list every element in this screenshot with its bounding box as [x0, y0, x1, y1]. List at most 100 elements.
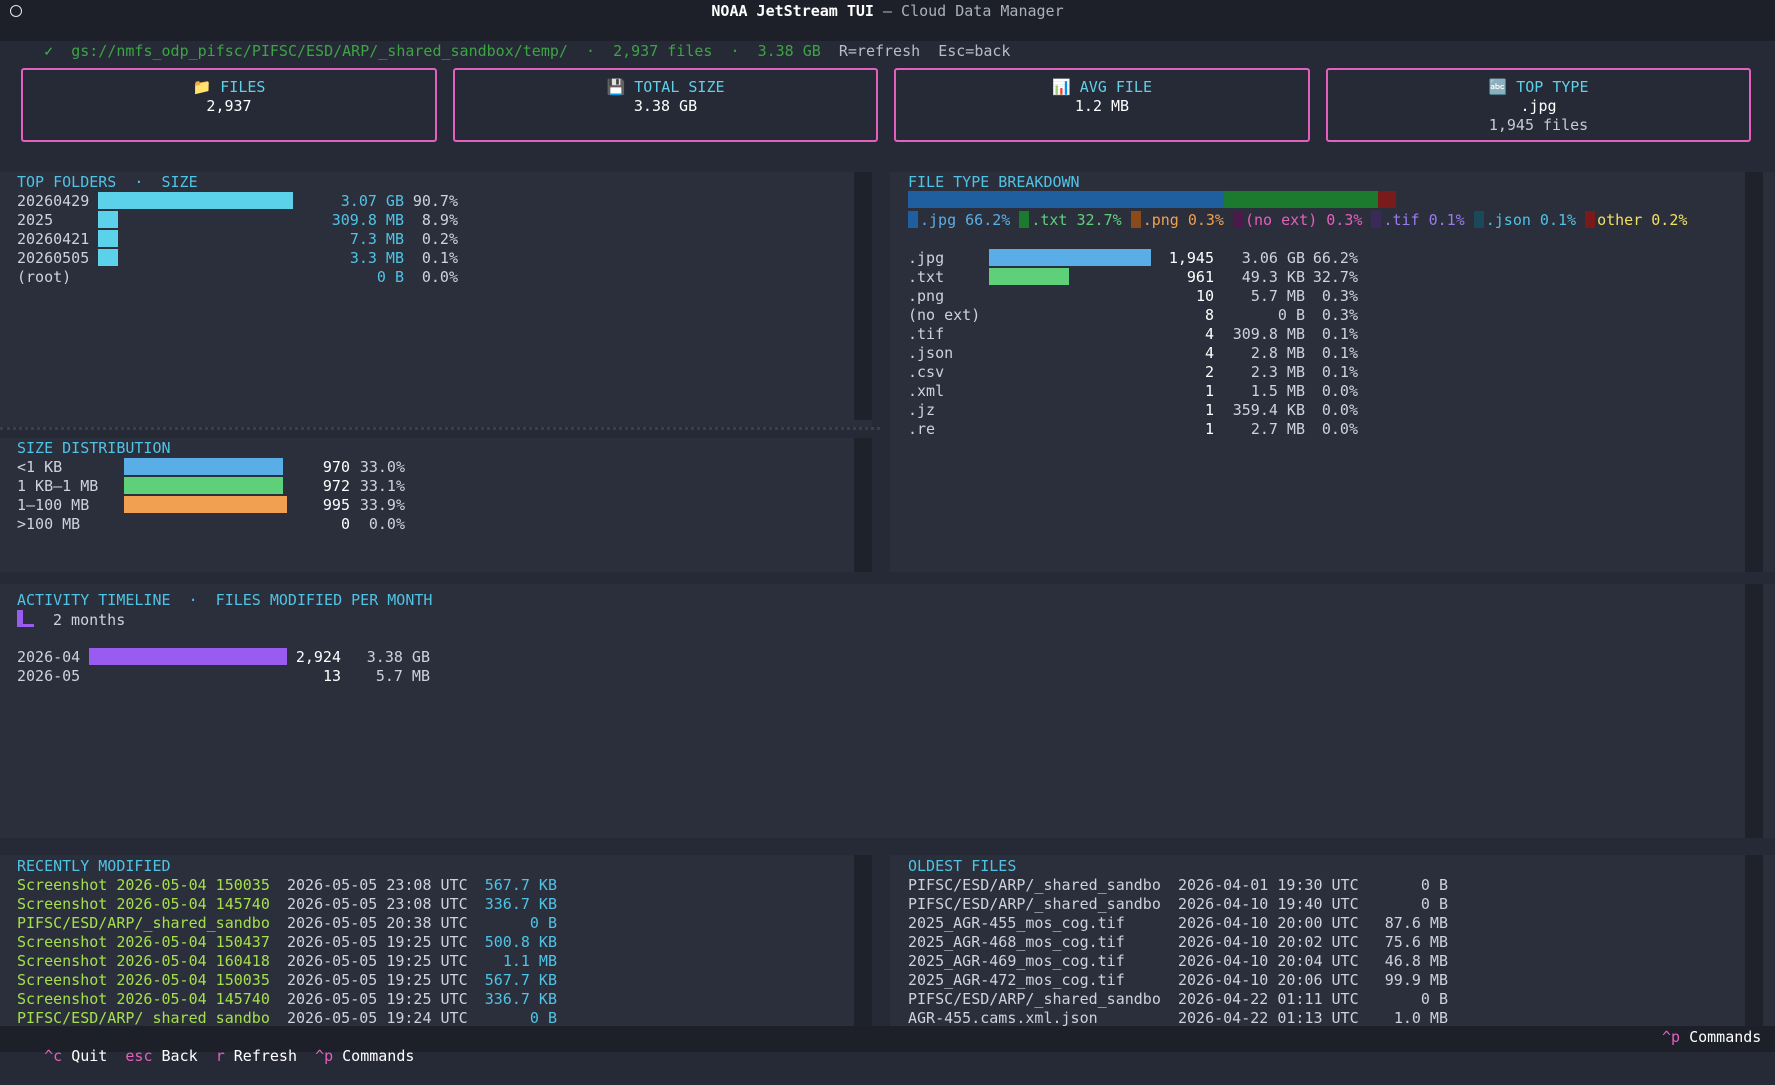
top-type-card-sub: 1,945 files	[1488, 116, 1589, 134]
oldest-file-name[interactable]: 2025_AGR-469_mos_cog.tif	[908, 952, 1125, 971]
top-folders-scrollbar[interactable]	[854, 172, 872, 420]
window-circle-icon[interactable]	[10, 5, 22, 17]
file-type-ext[interactable]: .re	[908, 420, 935, 439]
folder-percent: 0.1%	[421, 249, 458, 267]
bucket-path: gs://nmfs_odp_pifsc/PIFSC/ESD/ARP/_share…	[71, 42, 568, 60]
file-type-percent: 0.1%	[1321, 344, 1358, 362]
folder-size-bar	[98, 192, 293, 209]
folder-size-bar	[98, 211, 118, 228]
recent-file-name[interactable]: Screenshot 2026-05-04 150437	[17, 933, 270, 952]
oldest-file-date: 2026-04-10 20:04 UTC	[1178, 952, 1359, 970]
recent-file-size: 336.7 KB	[484, 990, 557, 1008]
oldest-file-size: 46.8 MB	[1384, 952, 1448, 970]
legend-swatch	[1130, 211, 1141, 228]
oldest-scrollbar[interactable]	[1745, 855, 1763, 1026]
oldest-file-name[interactable]: PIFSC/ESD/ARP/_shared_sandbo	[908, 876, 1161, 895]
file-type-ext[interactable]: .png	[908, 287, 944, 306]
oldest-file-date: 2026-04-01 19:30 UTC	[1178, 876, 1359, 894]
file-type-size: 3.06 GB	[1241, 249, 1305, 267]
back-shortcut[interactable]: esc Back	[125, 1047, 197, 1065]
file-type-ext[interactable]: .jz	[908, 401, 935, 420]
timeline-scrollbar[interactable]	[1745, 584, 1763, 838]
legend-label: other 0.2%	[1597, 211, 1688, 229]
oldest-file-date: 2026-04-10 20:02 UTC	[1178, 933, 1359, 951]
file-type-percent: 0.0%	[1321, 401, 1358, 419]
footer-bar: ^c Quit esc Back r Refresh ^p Commands ^…	[0, 1026, 1775, 1065]
file-type-count: 2	[1204, 363, 1214, 381]
size-bucket-label: <1 KB	[17, 458, 63, 476]
refresh-hint[interactable]: R=refresh	[839, 42, 920, 60]
file-type-ext[interactable]: .json	[908, 344, 953, 363]
recent-file-size: 567.7 KB	[484, 876, 557, 894]
refresh-shortcut[interactable]: r Refresh	[216, 1047, 297, 1065]
legend-item: .txt 32.7%	[1019, 211, 1122, 229]
file-type-ext[interactable]: .xml	[908, 382, 944, 401]
file-type-scrollbar[interactable]	[1745, 172, 1763, 572]
oldest-file-name[interactable]: 2025_AGR-468_mos_cog.tif	[908, 933, 1125, 952]
legend-label: .json 0.1%	[1485, 211, 1577, 229]
status-separator: ·	[585, 42, 596, 60]
file-type-ext[interactable]: .csv	[908, 363, 944, 382]
timeline-header: ACTIVITY TIMELINE · FILES MODIFIED PER M…	[17, 591, 433, 609]
back-hint[interactable]: Esc=back	[938, 42, 1010, 60]
recent-file-date: 2026-05-05 19:25 UTC	[287, 933, 468, 951]
recent-file-name[interactable]: Screenshot 2026-05-04 145740	[17, 990, 270, 1009]
folder-name[interactable]: 20260429	[17, 192, 89, 211]
recent-file-name[interactable]: Screenshot 2026-05-04 150035	[17, 876, 270, 895]
folder-size: 3.3 MB	[349, 249, 404, 267]
folder-name[interactable]: 2025	[17, 211, 53, 230]
timeline-month: 2026-05	[17, 667, 81, 685]
oldest-file-name[interactable]: PIFSC/ESD/ARP/_shared_sandbo	[908, 895, 1161, 914]
recent-file-name[interactable]: Screenshot 2026-05-04 145740	[17, 895, 270, 914]
recent-file-date: 2026-05-05 23:08 UTC	[287, 895, 468, 913]
files-card-label: FILES	[220, 78, 266, 96]
commands-shortcut-right[interactable]: ^p Commands	[1662, 1028, 1761, 1047]
file-type-percent: 0.1%	[1321, 363, 1358, 381]
timeline-size: 3.38 GB	[366, 648, 430, 666]
folder-size: 7.3 MB	[349, 230, 404, 248]
recent-file-size: 567.7 KB	[484, 971, 557, 989]
folder-name[interactable]: (root)	[17, 268, 71, 287]
recent-file-date: 2026-05-05 20:38 UTC	[287, 914, 468, 932]
oldest-file-date: 2026-04-10 19:40 UTC	[1178, 895, 1359, 913]
file-type-count: 10	[1195, 287, 1214, 305]
recent-file-name[interactable]: PIFSC/ESD/ARP/_shared_sandbo	[17, 914, 270, 933]
oldest-file-size: 75.6 MB	[1384, 933, 1448, 951]
folder-size-bar	[98, 230, 118, 247]
recent-file-name[interactable]: Screenshot 2026-05-04 160418	[17, 952, 270, 971]
size-bucket-percent: 33.0%	[359, 458, 405, 476]
file-type-ext[interactable]: .jpg	[908, 249, 944, 268]
recent-file-name[interactable]: Screenshot 2026-05-04 150035	[17, 971, 270, 990]
recent-scrollbar[interactable]	[854, 855, 872, 1026]
file-type-ext[interactable]: .txt	[908, 268, 944, 287]
status-total-size: 3.38 GB	[757, 42, 821, 60]
file-type-count: 4	[1204, 325, 1214, 343]
file-type-ext[interactable]: (no ext)	[908, 306, 980, 325]
floppy-disk-icon: 💾	[606, 78, 626, 96]
quit-shortcut[interactable]: ^c Quit	[44, 1047, 107, 1065]
legend-swatch	[1019, 211, 1030, 228]
commands-shortcut[interactable]: ^p Commands	[315, 1047, 414, 1065]
top-type-card-value: .jpg	[1520, 97, 1557, 115]
size-bucket-percent: 0.0%	[368, 515, 405, 533]
oldest-file-size: 0 B	[1420, 895, 1448, 913]
file-type-ext[interactable]: .tif	[908, 325, 944, 344]
size-bucket-count: 0	[340, 515, 350, 533]
file-type-count: 8	[1204, 306, 1214, 324]
oldest-file-size: 99.9 MB	[1384, 971, 1448, 989]
size-bucket-label: 1 KB–1 MB	[17, 477, 99, 495]
folder-name[interactable]: 20260421	[17, 230, 89, 249]
recent-header: RECENTLY MODIFIED	[17, 857, 171, 875]
oldest-file-name[interactable]: 2025_AGR-472_mos_cog.tif	[908, 971, 1125, 990]
file-type-legend: .jpg 66.2% .txt 32.7% .png 0.3% (no ext)…	[908, 211, 1687, 230]
folder-name[interactable]: 20260505	[17, 249, 89, 268]
size-bucket-bar	[124, 477, 283, 494]
oldest-file-name[interactable]: 2025_AGR-455_mos_cog.tif	[908, 914, 1125, 933]
file-type-size: 1.5 MB	[1250, 382, 1305, 400]
files-card-value: 2,937	[206, 97, 252, 115]
oldest-file-name[interactable]: PIFSC/ESD/ARP/_shared_sandbo	[908, 990, 1161, 1009]
size-distribution-scrollbar[interactable]	[854, 438, 872, 572]
file-type-size: 359.4 KB	[1232, 401, 1305, 419]
size-bucket-bar	[124, 496, 287, 513]
status-file-count: 2,937 files	[613, 42, 713, 60]
